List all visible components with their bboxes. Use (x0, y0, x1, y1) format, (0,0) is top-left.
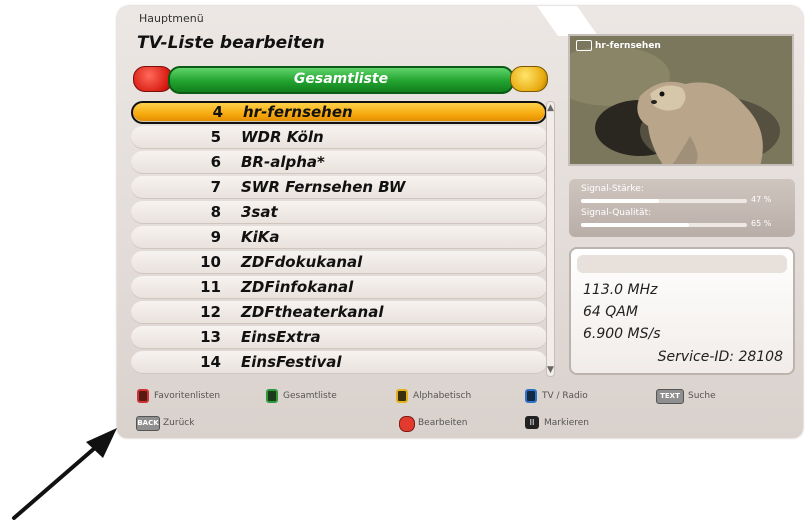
pointer-arrow-icon (12, 428, 117, 520)
